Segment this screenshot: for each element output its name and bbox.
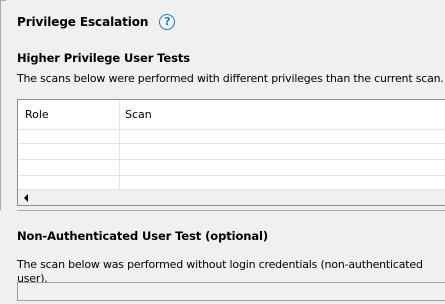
- group-top-tick: [0, 0, 6, 1]
- section-divider: [17, 210, 445, 211]
- higher-privilege-heading: Higher Privilege User Tests: [17, 51, 190, 65]
- higher-privilege-description: The scans below were performed with diff…: [17, 72, 444, 85]
- section-title: Privilege Escalation: [17, 15, 149, 29]
- group-left-border: [0, 0, 1, 210]
- grid-row-line: [18, 175, 445, 176]
- horizontal-scrollbar[interactable]: [18, 189, 445, 205]
- privilege-escalation-panel: Privilege Escalation ? Higher Privilege …: [0, 0, 445, 304]
- column-header-role[interactable]: Role: [25, 108, 49, 122]
- grid-header-row: Role Scan: [18, 100, 445, 130]
- higher-privilege-grid[interactable]: Role Scan: [17, 99, 445, 206]
- scroll-left-button[interactable]: [18, 190, 34, 205]
- non-authenticated-scan-field[interactable]: [17, 282, 445, 301]
- column-header-scan[interactable]: Scan: [125, 108, 152, 122]
- non-authenticated-heading: Non-Authenticated User Test (optional): [17, 229, 268, 243]
- arrow-left-icon: [24, 193, 28, 202]
- help-question-icon[interactable]: ?: [159, 14, 176, 30]
- grid-row-line: [18, 159, 445, 160]
- section-header: Privilege Escalation ?: [17, 12, 176, 32]
- grid-row-line: [18, 143, 445, 144]
